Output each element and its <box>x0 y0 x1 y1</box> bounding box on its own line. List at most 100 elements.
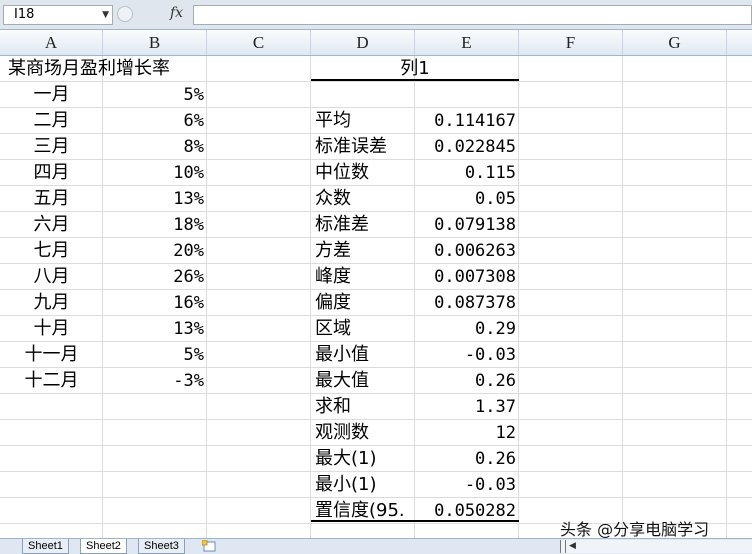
stat-value[interactable]: 0.114167 <box>415 108 516 134</box>
stat-label[interactable]: 标准误差 <box>315 134 387 160</box>
column-header-f[interactable]: F <box>519 30 623 55</box>
stat-value[interactable]: 0.079138 <box>415 212 516 238</box>
name-box[interactable]: I18 ▼ <box>3 5 113 25</box>
table-row: 九月 16% 偏度 0.087378 <box>0 290 752 316</box>
growth-cell[interactable]: 16% <box>103 290 204 316</box>
tab-sheet2[interactable]: Sheet2 <box>80 539 127 554</box>
header-underline <box>311 79 519 81</box>
scroll-left-icon[interactable]: ◀ <box>569 541 576 551</box>
stat-value[interactable]: 0.26 <box>415 368 516 394</box>
growth-cell[interactable]: 13% <box>103 316 204 342</box>
horizontal-scrollbar[interactable]: ◀ <box>560 540 752 553</box>
column-header-c[interactable]: C <box>207 30 311 55</box>
table-row: 四月 10% 中位数 0.115 <box>0 160 752 186</box>
table-row: 八月 26% 峰度 0.007308 <box>0 264 752 290</box>
stat-label[interactable]: 标准差 <box>315 212 369 238</box>
formula-bar: I18 ▼ fx <box>0 0 752 30</box>
month-cell[interactable]: 十一月 <box>0 342 103 368</box>
growth-cell[interactable]: 6% <box>103 108 204 134</box>
table-row: 十一月 5% 最小值 -0.03 <box>0 342 752 368</box>
watermark: 头条 @分享电脑学习 <box>560 520 710 539</box>
month-cell[interactable]: 一月 <box>0 82 103 108</box>
table-row: 最大(1) 0.26 <box>0 446 752 472</box>
growth-cell[interactable]: 20% <box>103 238 204 264</box>
stat-label[interactable]: 最小值 <box>315 342 369 368</box>
split-handle[interactable] <box>560 540 566 553</box>
column-header-bar: A B C D E F G <box>0 30 752 56</box>
sheet-tab-bar: Sheet1 Sheet2 Sheet3 ◀ <box>0 538 752 554</box>
stat-value[interactable]: 0.26 <box>415 446 516 472</box>
formula-bar-control[interactable] <box>117 6 133 22</box>
stat-value[interactable]: 0.29 <box>415 316 516 342</box>
stat-label[interactable]: 最大(1) <box>315 446 377 472</box>
stat-label[interactable]: 峰度 <box>315 264 351 290</box>
table-row: 十二月 -3% 最大值 0.26 <box>0 368 752 394</box>
stat-value[interactable]: 1.37 <box>415 394 516 420</box>
stat-value[interactable]: 12 <box>415 420 516 446</box>
formula-input[interactable] <box>193 5 752 25</box>
month-cell[interactable]: 二月 <box>0 108 103 134</box>
fx-icon[interactable]: fx <box>170 5 183 21</box>
month-cell[interactable]: 四月 <box>0 160 103 186</box>
column-header-h[interactable] <box>727 30 752 55</box>
column-header-g[interactable]: G <box>623 30 727 55</box>
stat-value[interactable]: 0.022845 <box>415 134 516 160</box>
table-row: 五月 13% 众数 0.05 <box>0 186 752 212</box>
table-row: 观测数 12 <box>0 420 752 446</box>
stat-value[interactable]: -0.03 <box>415 472 516 498</box>
stat-label[interactable]: 偏度 <box>315 290 351 316</box>
growth-cell[interactable]: 18% <box>103 212 204 238</box>
table-row: 六月 18% 标准差 0.079138 <box>0 212 752 238</box>
growth-cell[interactable]: 10% <box>103 160 204 186</box>
stat-value[interactable]: 0.006263 <box>415 238 516 264</box>
month-cell[interactable]: 七月 <box>0 238 103 264</box>
table-row: 十月 13% 区域 0.29 <box>0 316 752 342</box>
stat-value[interactable]: -0.03 <box>415 342 516 368</box>
stat-label[interactable]: 众数 <box>315 186 351 212</box>
insert-sheet-icon[interactable] <box>202 540 218 552</box>
growth-cell[interactable]: 26% <box>103 264 204 290</box>
sheet-title[interactable]: 某商场月盈利增长率 <box>8 56 170 82</box>
stat-value[interactable]: 0.007308 <box>415 264 516 290</box>
month-cell[interactable]: 三月 <box>0 134 103 160</box>
month-cell[interactable]: 六月 <box>0 212 103 238</box>
growth-cell[interactable]: 13% <box>103 186 204 212</box>
stat-label[interactable]: 方差 <box>315 238 351 264</box>
name-box-value: I18 <box>14 7 35 22</box>
stat-label[interactable]: 最小(1) <box>315 472 377 498</box>
table-row: 某商场月盈利增长率 列1 <box>0 56 752 82</box>
column-header-b[interactable]: B <box>103 30 207 55</box>
stat-label[interactable]: 观测数 <box>315 420 369 446</box>
table-row: 七月 20% 方差 0.006263 <box>0 238 752 264</box>
table-bottom-border <box>311 520 519 522</box>
month-cell[interactable]: 八月 <box>0 264 103 290</box>
stat-label[interactable]: 区域 <box>315 316 351 342</box>
tab-sheet3[interactable]: Sheet3 <box>138 539 185 554</box>
tab-sheet1[interactable]: Sheet1 <box>22 539 69 554</box>
column-header-e[interactable]: E <box>415 30 519 55</box>
column-header-a[interactable]: A <box>0 30 103 55</box>
month-cell[interactable]: 十月 <box>0 316 103 342</box>
worksheet-grid[interactable]: 某商场月盈利增长率 列1 一月 5% 二月 6% 平均 0.114167 三月 … <box>0 56 752 538</box>
table-row: 三月 8% 标准误差 0.022845 <box>0 134 752 160</box>
growth-cell[interactable]: -3% <box>103 368 204 394</box>
month-cell[interactable]: 九月 <box>0 290 103 316</box>
table-row: 一月 5% <box>0 82 752 108</box>
table-row: 二月 6% 平均 0.114167 <box>0 108 752 134</box>
growth-cell[interactable]: 8% <box>103 134 204 160</box>
stat-value[interactable]: 0.087378 <box>415 290 516 316</box>
month-cell[interactable]: 五月 <box>0 186 103 212</box>
stat-label[interactable]: 求和 <box>315 394 351 420</box>
growth-cell[interactable]: 5% <box>103 82 204 108</box>
chevron-down-icon[interactable]: ▼ <box>102 6 109 24</box>
column-header-d[interactable]: D <box>311 30 415 55</box>
stat-value[interactable]: 0.05 <box>415 186 516 212</box>
growth-cell[interactable]: 5% <box>103 342 204 368</box>
stat-label[interactable]: 中位数 <box>315 160 369 186</box>
month-cell[interactable]: 十二月 <box>0 368 103 394</box>
stat-label[interactable]: 平均 <box>315 108 351 134</box>
table-row: 求和 1.37 <box>0 394 752 420</box>
table-row: 最小(1) -0.03 <box>0 472 752 498</box>
stat-value[interactable]: 0.115 <box>415 160 516 186</box>
stat-label[interactable]: 最大值 <box>315 368 369 394</box>
